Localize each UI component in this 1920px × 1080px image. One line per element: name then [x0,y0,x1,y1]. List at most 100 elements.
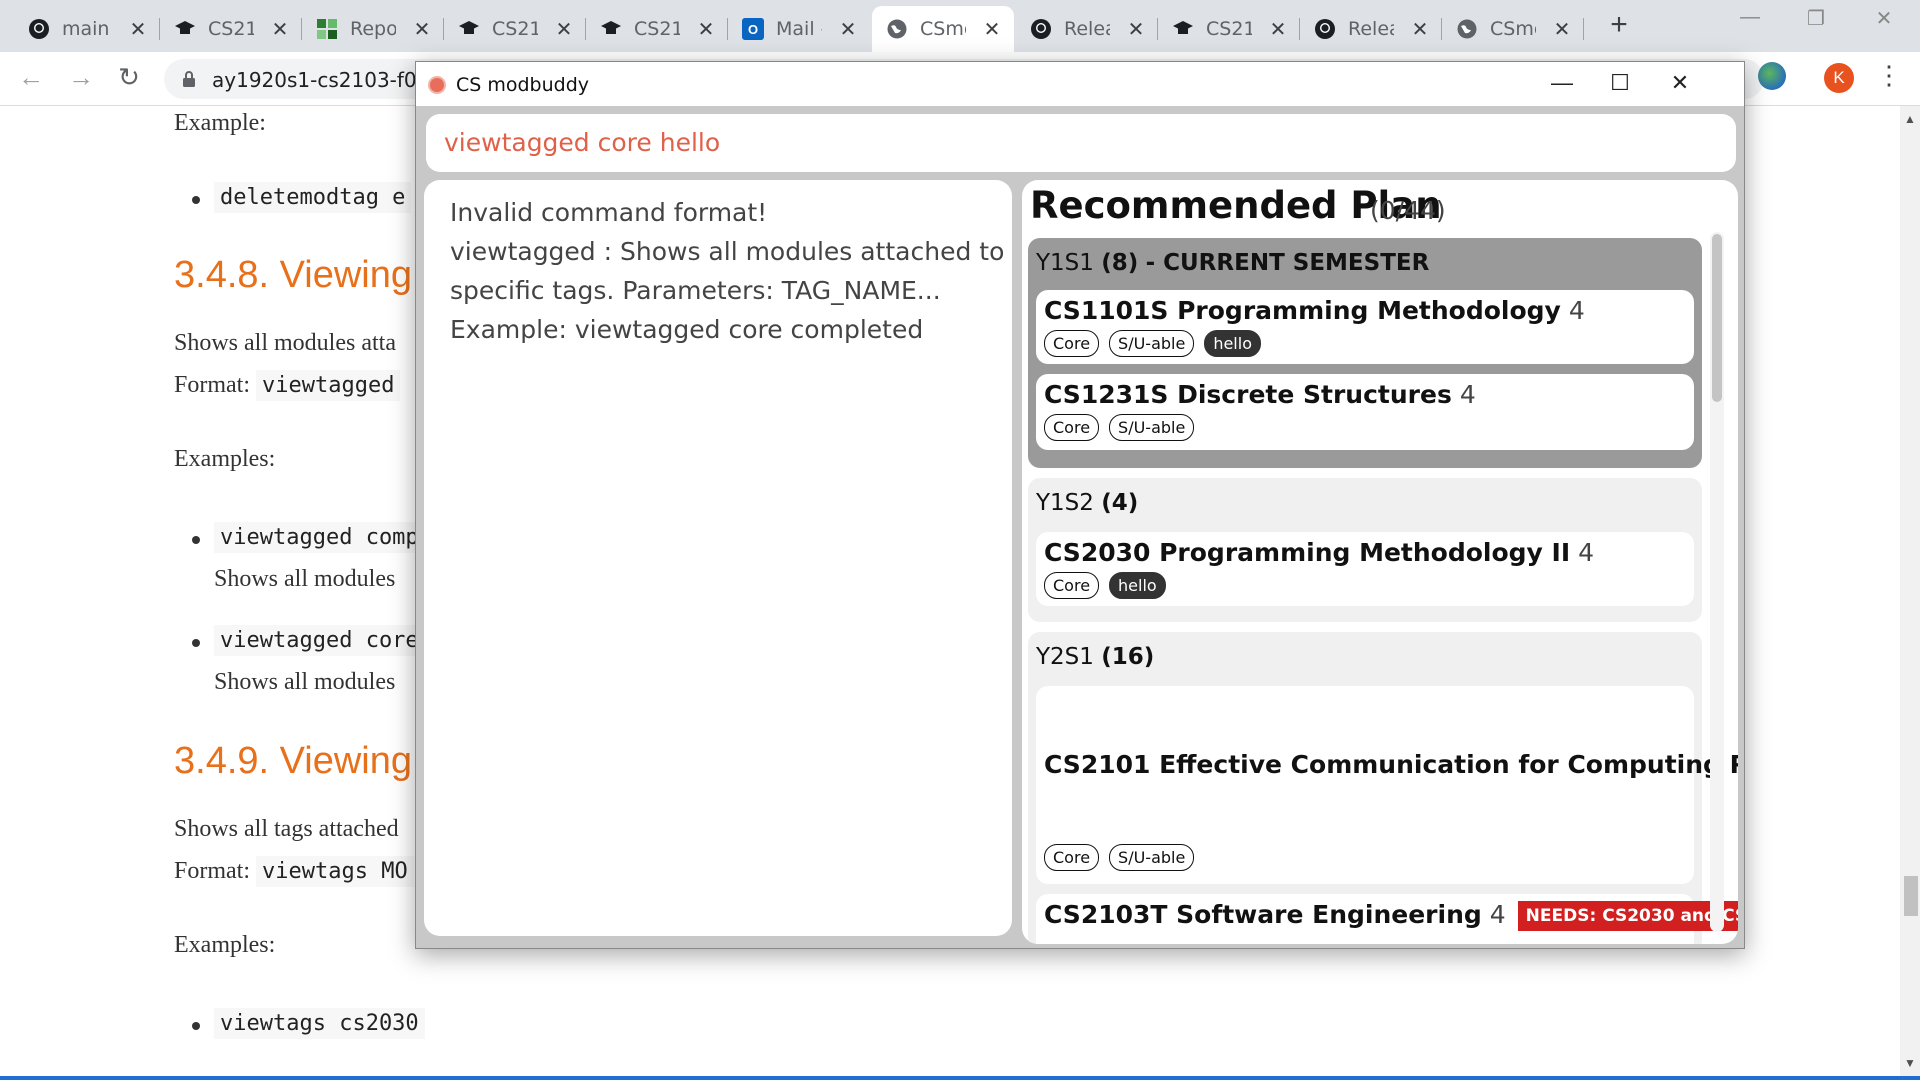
window-title: CS modbuddy [456,74,590,96]
browser-close-button[interactable]: ✕ [1864,6,1904,31]
plan-scroll-thumb[interactable] [1712,234,1722,402]
tag-hello[interactable]: hello [1109,572,1166,599]
module-card[interactable]: CS2103T Software Engineering 4 NEEDS: CS20… [1036,894,1738,944]
bullet [192,536,200,544]
graduation-cap-icon [600,18,622,40]
tag-su-able[interactable]: S/U-able [1109,330,1195,357]
browser-tab-strip: main/ ✕ CS210 ✕ RepoS ✕ CS210 ✕ CS210 ✕ … [0,0,1920,52]
tab-releases-2[interactable]: Relea ✕ [1300,6,1442,52]
close-icon[interactable]: ✕ [982,17,1002,42]
github-icon [1030,18,1052,40]
bullet [192,1022,200,1030]
module-card[interactable]: CS1101S Programming Methodology 4 Core S/… [1036,290,1694,364]
tab-csmodbuddy-active[interactable]: CSmo ✕ [872,6,1014,52]
tab-label: CS210 [492,18,538,40]
window-titlebar[interactable]: CS modbuddy — ☐ ✕ [416,62,1744,106]
module-card[interactable]: CS2030 Programming Methodology II 4 Core … [1036,532,1694,606]
minimize-button[interactable]: — [1542,70,1582,98]
url-text: ay1920s1-cs2103-f09- [212,68,437,92]
description-text: Shows all tags attached [174,816,399,842]
close-icon[interactable]: ✕ [128,17,148,42]
reload-icon[interactable]: ↻ [112,62,146,93]
close-icon[interactable]: ✕ [696,17,716,42]
tag-hello[interactable]: hello [1204,330,1261,357]
module-tags: Core S/U-able hello [1044,330,1261,357]
code-snippet: viewtagged core [214,625,425,656]
menu-dots-icon[interactable]: ⋮ [1876,60,1902,91]
module-tags: Core S/U-able [1044,844,1195,871]
semester-y1s2: Y1S2 (4) CS2030 Programming Methodology … [1028,478,1702,622]
graduation-cap-icon [458,18,480,40]
result-line: Invalid command format! [450,198,768,227]
profile-avatar[interactable]: K [1824,63,1854,93]
recommended-plan-panel: Recommended Plan (0/44) Y1S1 (8) - CURRE… [1022,180,1738,944]
semester-header: Y2S1 (16) [1036,644,1155,670]
tag-core[interactable]: Core [1044,572,1100,599]
new-tab-button[interactable]: + [1604,10,1634,40]
examples-label: Examples: [174,932,276,958]
forward-arrow-icon[interactable]: → [64,62,98,93]
tab-reposense[interactable]: RepoS ✕ [302,6,444,52]
close-icon[interactable]: ✕ [838,17,858,42]
graduation-cap-icon [1172,18,1194,40]
tab-cs2103-3[interactable]: CS210 ✕ [586,6,728,52]
example-label: Example: [174,110,266,136]
tab-cs2103-2[interactable]: CS210 ✕ [444,6,586,52]
close-icon[interactable]: ✕ [1552,17,1572,42]
tab-label: RepoS [350,18,396,40]
close-icon[interactable]: ✕ [412,17,432,42]
close-icon[interactable]: ✕ [554,17,574,42]
section-heading-348: 3.4.8. Viewing [174,254,413,296]
scroll-up-arrow-icon[interactable]: ▲ [1904,112,1916,126]
page-scrollbar[interactable]: ▲ ▼ [1900,106,1920,1076]
tab-label: Relea [1064,18,1110,40]
close-icon[interactable]: ✕ [1268,17,1288,42]
tag-su-able[interactable]: S/U-able [1109,844,1195,871]
format-line: Format: viewtags MO [174,856,414,887]
close-icon[interactable]: ✕ [1126,17,1146,42]
tab-label: CS210 [634,18,680,40]
tag-core[interactable]: Core [1044,330,1100,357]
modbuddy-window: CS modbuddy — ☐ ✕ viewtagged core hello … [415,61,1745,949]
format-line: Format: viewtagged [174,370,401,401]
back-arrow-icon[interactable]: ← [14,62,48,93]
tab-github-main[interactable]: main/ ✕ [14,6,160,52]
module-title: CS2030 Programming Methodology II 4 [1044,538,1595,567]
semester-y2s1: Y2S1 (16) CS2101 Effective Communication… [1028,632,1738,944]
description-text: Shows all modules atta [174,330,396,356]
plan-count: (0/44) [1370,196,1446,225]
tab-cs2103-1[interactable]: CS210 ✕ [160,6,302,52]
bullet [192,196,200,204]
app-logo-icon [428,76,446,94]
semester-header: Y1S2 (4) [1036,490,1139,516]
tab-cs2103-4[interactable]: CS210 ✕ [1158,6,1300,52]
tag-su-able[interactable]: S/U-able [1109,414,1195,441]
code-snippet: viewtags cs2030 [214,1008,425,1039]
tab-label: CS210 [208,18,254,40]
browser-minimize-button[interactable]: — [1730,6,1770,29]
lock-icon [183,71,195,87]
tab-csmodbuddy-2[interactable]: CSmo ✕ [1442,6,1584,52]
command-input[interactable]: viewtagged core hello [426,114,1736,172]
maximize-button[interactable]: ☐ [1600,70,1640,98]
repo-icon [316,18,338,40]
plan-scrollbar[interactable] [1710,232,1724,932]
module-title: CS2103T Software Engineering 4 NEEDS: CS20… [1044,900,1738,931]
scroll-down-arrow-icon[interactable]: ▼ [1904,1056,1916,1070]
extension-globe-icon[interactable] [1758,62,1786,90]
result-line: viewtagged : Shows all modules attached … [450,237,1005,266]
close-button[interactable]: ✕ [1660,70,1700,98]
module-tags: Core S/U-able [1044,414,1195,441]
tab-mail[interactable]: O Mail - ✕ [728,6,870,52]
close-icon[interactable]: ✕ [270,17,290,42]
tag-core[interactable]: Core [1044,414,1100,441]
globe-icon [1456,18,1478,40]
tag-core[interactable]: Core [1044,844,1100,871]
page-scroll-thumb[interactable] [1904,876,1918,916]
tab-releases-1[interactable]: Relea ✕ [1016,6,1158,52]
module-card[interactable]: CS1231S Discrete Structures 4 Core S/U-ab… [1036,374,1694,450]
module-card[interactable]: CS2101 Effective Communication for Compu… [1036,686,1738,884]
browser-restore-button[interactable]: ❐ [1796,6,1836,31]
tab-label: CSmo [1490,18,1536,40]
close-icon[interactable]: ✕ [1410,17,1430,42]
